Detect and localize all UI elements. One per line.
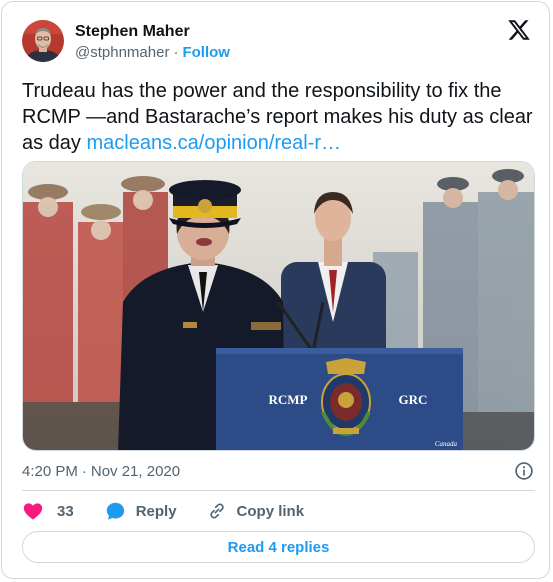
tweet-card: Stephen Maher @stphnmaher · Follow Trudeau… [1, 1, 550, 579]
separator-dot: · [173, 44, 179, 61]
podium: RCMP GRC Canada [216, 348, 463, 450]
x-logo-icon[interactable] [507, 18, 531, 42]
tweet-photo[interactable]: RCMP GRC Canada [22, 161, 535, 451]
tweet-timestamp[interactable]: 4:20 PM · Nov 21, 2020 [22, 462, 180, 482]
podium-text-rcmp: RCMP [269, 392, 308, 407]
copy-link-button[interactable]: Copy link [207, 501, 305, 521]
like-button[interactable]: 33 [22, 500, 74, 522]
reply-button[interactable]: Reply [104, 500, 177, 522]
tweet-date: Nov 21, 2020 [90, 463, 181, 480]
like-count: 33 [57, 502, 74, 520]
podium-corner-text: Canada [435, 440, 458, 448]
divider [22, 490, 535, 491]
author-handle[interactable]: @stphnmaher [75, 44, 169, 61]
avatar-image [22, 20, 64, 62]
author-name[interactable]: Stephen Maher [75, 22, 190, 42]
heart-icon [23, 503, 43, 520]
follow-button[interactable]: Follow [182, 44, 230, 61]
tweet-time: 4:20 PM [22, 463, 78, 480]
podium-text-grc: GRC [399, 392, 428, 407]
tweet-text: Trudeau has the power and the responsibi… [22, 78, 534, 156]
author-handle-row: @stphnmaher · Follow [75, 43, 230, 63]
timestamp-separator: · [81, 463, 87, 480]
copy-link-label: Copy link [236, 502, 305, 520]
read-replies-button[interactable]: Read 4 replies [22, 531, 535, 563]
action-bar: 33 Reply Copy link [22, 500, 304, 522]
rcmp-crest-icon [321, 358, 371, 437]
article-link[interactable]: macleans.ca/opinion/real-r… [86, 132, 341, 154]
author-avatar[interactable] [22, 20, 64, 62]
link-icon [209, 503, 224, 519]
podium-photo: RCMP GRC Canada [23, 162, 534, 450]
reply-bubble-icon [106, 502, 124, 520]
info-icon[interactable] [514, 461, 534, 481]
reply-label: Reply [135, 502, 177, 520]
